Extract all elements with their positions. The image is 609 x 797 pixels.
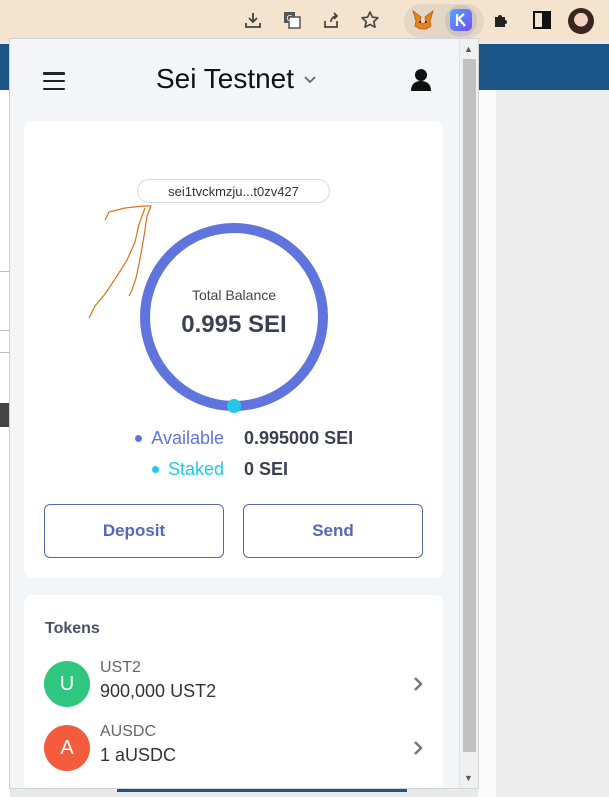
tokens-title: Tokens	[45, 620, 100, 637]
chevron-right-icon	[412, 739, 424, 762]
metamask-fox-icon[interactable]	[411, 8, 435, 32]
token-row[interactable]: A AUSDC 1 aUSDC	[24, 721, 443, 777]
send-button[interactable]: Send	[243, 504, 423, 558]
address-chip[interactable]: sei1tvckmzju...t0zv427	[137, 179, 330, 203]
staked-value: 0 SEI	[244, 459, 289, 479]
annotation-scribble	[88, 205, 152, 319]
chevron-down-icon	[303, 72, 317, 90]
scroll-up-icon[interactable]: ▲	[464, 44, 473, 54]
staked-row: Staked 0 SEI	[24, 459, 443, 481]
token-symbol: AUSDC	[100, 723, 157, 740]
scroll-thumb[interactable]	[463, 59, 476, 752]
staked-dot	[151, 466, 159, 473]
keplr-k-icon[interactable]	[449, 8, 473, 32]
network-selector[interactable]: Sei Testnet	[156, 63, 317, 95]
side-panel-icon[interactable]	[530, 8, 554, 32]
background-page-element	[117, 789, 407, 792]
bookmark-star-icon[interactable]	[358, 8, 382, 32]
token-amount: 1 aUSDC	[100, 745, 177, 765]
tokens-card: Tokens U UST2 900,000 UST2 A AUSDC 1 aUS…	[24, 595, 443, 788]
popup-scrollbar[interactable]: ▲ ▼	[459, 39, 478, 788]
available-row: Available 0.995000 SEI	[24, 428, 443, 450]
balance-card: sei1tvckmzju...t0zv427 Total Balance 0.9…	[24, 121, 443, 578]
token-amount: 900,000 UST2	[100, 681, 217, 701]
hamburger-menu-icon[interactable]	[43, 72, 65, 90]
available-label: Available	[151, 428, 224, 448]
token-row[interactable]: U UST2 900,000 UST2	[24, 657, 443, 713]
share-icon[interactable]	[319, 8, 343, 32]
user-icon[interactable]	[410, 68, 432, 92]
scroll-down-icon[interactable]: ▼	[464, 773, 473, 783]
available-value: 0.995000 SEI	[244, 428, 354, 448]
background-page-content	[478, 90, 609, 797]
download-icon[interactable]	[241, 8, 265, 32]
token-avatar: U	[44, 661, 90, 707]
total-balance-label: Total Balance	[191, 287, 277, 303]
background-page-content	[478, 90, 496, 797]
token-symbol: UST2	[100, 659, 141, 676]
svg-text:G: G	[287, 14, 293, 23]
translate-icon[interactable]: G	[280, 8, 304, 32]
profile-avatar[interactable]	[568, 8, 594, 34]
deposit-button[interactable]: Deposit	[44, 504, 224, 558]
staked-label: Staked	[167, 459, 224, 479]
available-dot	[135, 435, 143, 442]
network-name: Sei Testnet	[156, 63, 295, 94]
total-balance-value: 0.995 SEI	[181, 311, 287, 338]
token-avatar: A	[44, 725, 90, 771]
donut-staked-marker	[227, 399, 241, 413]
chevron-right-icon	[412, 675, 424, 698]
puzzle-extensions-icon[interactable]	[490, 8, 514, 32]
background-page-header	[478, 44, 609, 90]
wallet-popup: Sei Testnet sei1tvckmzju...t0zv427 Total…	[9, 38, 479, 789]
browser-toolbar: G	[0, 0, 609, 41]
